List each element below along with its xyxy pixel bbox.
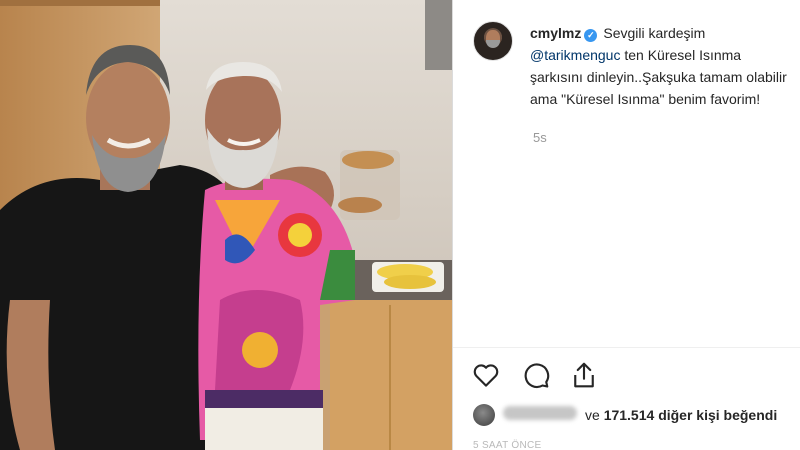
caption-line-2: ten Küresel Isınma: [624, 47, 742, 63]
caption-line-1: Sevgili kardeşim: [603, 25, 706, 41]
share-button[interactable]: [569, 358, 603, 392]
actions-divider: [453, 347, 800, 348]
liker-avatar[interactable]: [473, 404, 495, 426]
share-icon: [574, 362, 594, 388]
username-link[interactable]: cmylmz: [530, 25, 581, 41]
avatar-beard: [486, 40, 500, 48]
post-caption: cmylmz ✓ Sevgili kardeşim @tarikmenguc ten…: [530, 22, 800, 110]
mention-link[interactable]: @tarikmenguc: [530, 47, 620, 63]
heart-icon: [473, 364, 499, 387]
verified-icon: ✓: [584, 29, 598, 42]
likes-count: 171.514: [603, 407, 655, 423]
caption-line-3: şarkısını dinleyin..Şakşuka tamam olabil…: [530, 69, 787, 85]
like-button[interactable]: [471, 358, 505, 392]
instagram-post: cmylmz ✓ Sevgili kardeşim @tarikmenguc ten…: [0, 0, 800, 450]
likes-suffix: diğer kişi beğendi: [658, 407, 778, 423]
post-sidebar: cmylmz ✓ Sevgili kardeşim @tarikmenguc ten…: [453, 0, 800, 450]
liker-name[interactable]: ramazgazi: [503, 406, 577, 420]
profile-avatar[interactable]: [473, 21, 513, 61]
likes-text[interactable]: ve 171.514 diğer kişi beğendi: [585, 407, 777, 423]
caption-line-4: ama "Küresel Isınma" benim favorim!: [530, 91, 761, 107]
comment-button[interactable]: [521, 358, 555, 392]
post-date: 5 SAAT ÖNCE: [473, 440, 542, 450]
comment-timestamp: 5s: [533, 130, 547, 145]
likes-connector: ve: [585, 407, 600, 423]
post-photo[interactable]: [0, 0, 452, 450]
comment-icon: [524, 363, 550, 389]
